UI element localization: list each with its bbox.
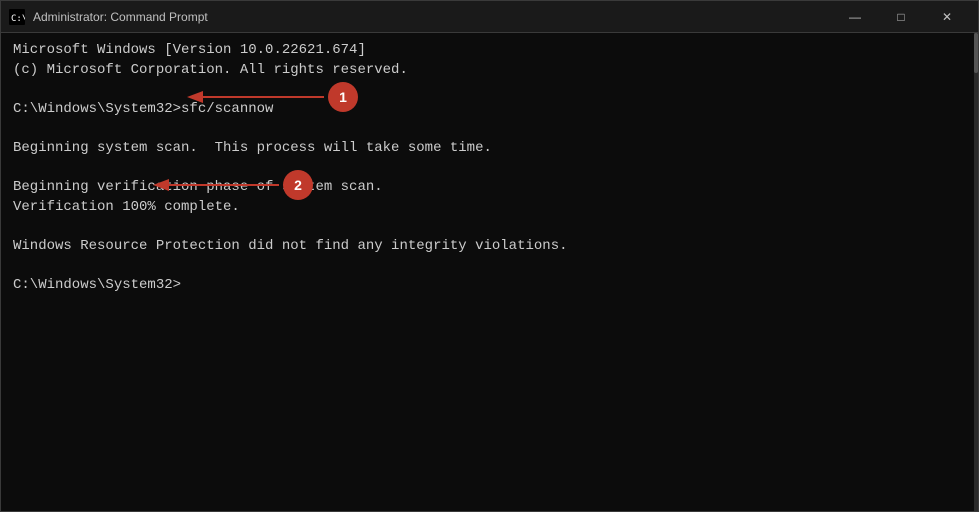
terminal-line: Beginning system scan. This process will… — [13, 139, 966, 159]
terminal-blank — [13, 159, 966, 179]
terminal-line: Verification 100% complete. — [13, 198, 966, 218]
svg-text:C:\: C:\ — [11, 14, 25, 24]
terminal-line: (c) Microsoft Corporation. All rights re… — [13, 61, 966, 81]
terminal-content: Microsoft Windows [Version 10.0.22621.67… — [13, 41, 966, 296]
maximize-button[interactable]: □ — [878, 1, 924, 33]
window-controls: — □ ✕ — [832, 1, 970, 33]
terminal-blank — [13, 217, 966, 237]
title-bar-left: C:\ Administrator: Command Prompt — [9, 9, 208, 25]
title-bar: C:\ Administrator: Command Prompt — □ ✕ — [1, 1, 978, 33]
window-title: Administrator: Command Prompt — [33, 10, 208, 24]
terminal-command-line: C:\Windows\System32>sfc/scannow — [13, 100, 966, 120]
minimize-button[interactable]: — — [832, 1, 878, 33]
terminal-body[interactable]: Microsoft Windows [Version 10.0.22621.67… — [1, 33, 978, 511]
cmd-icon: C:\ — [9, 9, 25, 25]
terminal-blank — [13, 119, 966, 139]
scroll-thumb[interactable] — [974, 33, 978, 73]
terminal-blank — [13, 257, 966, 277]
terminal-line: Beginning verification phase of system s… — [13, 178, 966, 198]
terminal-line: Windows Resource Protection did not find… — [13, 237, 966, 257]
terminal-line: Microsoft Windows [Version 10.0.22621.67… — [13, 41, 966, 61]
cmd-window: C:\ Administrator: Command Prompt — □ ✕ … — [0, 0, 979, 512]
scrollbar[interactable] — [974, 33, 978, 511]
terminal-blank — [13, 80, 966, 100]
terminal-prompt: C:\Windows\System32> — [13, 276, 966, 296]
close-button[interactable]: ✕ — [924, 1, 970, 33]
